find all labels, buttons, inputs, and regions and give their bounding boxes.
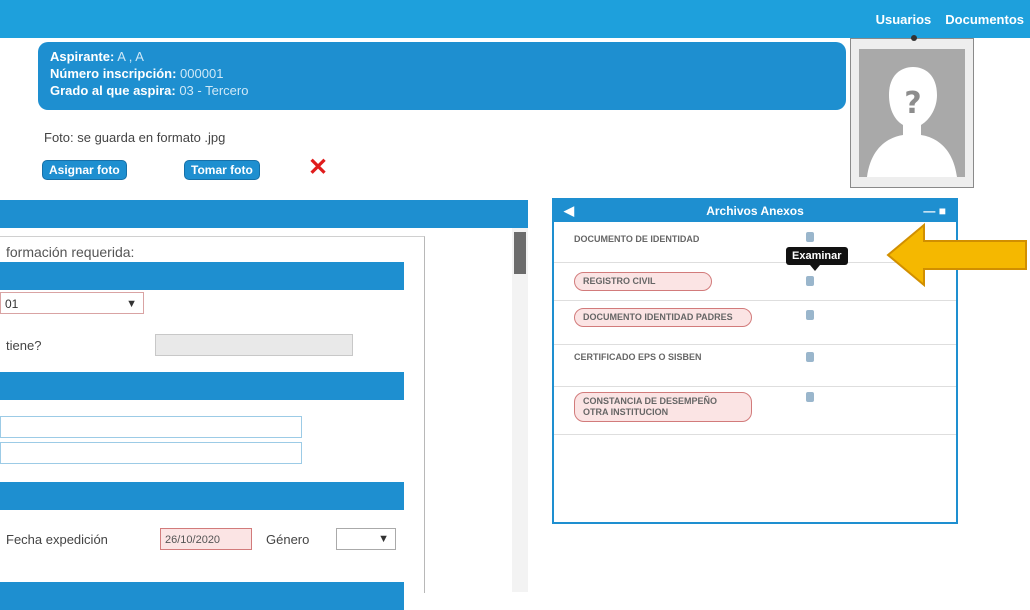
nav-link-documentos[interactable]: Documentos (945, 12, 1024, 27)
grado-value: 03 - Tercero (179, 83, 249, 98)
profile-photo: ? (850, 35, 974, 188)
take-photo-button[interactable]: Tomar foto (184, 160, 260, 180)
text-field-2[interactable] (0, 442, 302, 464)
chevron-down-icon: ▼ (126, 298, 137, 310)
delete-photo-icon[interactable]: ✕ (308, 156, 328, 180)
aspirant-info-box: Aspirante: A , A Número inscripción: 000… (38, 42, 846, 110)
question-label: tiene? (6, 338, 42, 353)
file-upload-icon[interactable] (806, 276, 814, 286)
section-bar-3 (0, 482, 404, 510)
file-upload-icon[interactable] (806, 352, 814, 362)
doc-label: REGISTRO CIVIL (574, 272, 712, 291)
assign-photo-button[interactable]: Asignar foto (42, 160, 127, 180)
highlight-arrow-icon (886, 222, 1027, 288)
text-field-1[interactable] (0, 416, 302, 438)
svg-text:?: ? (904, 86, 921, 121)
list-item: CONSTANCIA DE DESEMPEÑO OTRA INSTITUCION (554, 386, 956, 435)
back-arrow-icon[interactable]: ◀ (564, 200, 574, 222)
scrollbar[interactable] (512, 228, 528, 592)
file-upload-icon[interactable] (806, 232, 814, 242)
list-item: CERTIFICADO EPS O SISBEN (554, 344, 956, 387)
photo-pin-icon (911, 35, 917, 41)
doc-label: CERTIFICADO EPS O SISBEN (574, 352, 702, 362)
placeholder-avatar-icon: ? (859, 49, 965, 177)
select-field-1-value: 01 (5, 297, 19, 311)
inscripcion-value: 000001 (180, 66, 224, 81)
examinar-tooltip: Examinar (786, 247, 848, 271)
top-navbar: Usuarios Documentos (0, 0, 1030, 38)
select-field-1[interactable]: 01 ▼ (0, 292, 144, 314)
required-info-heading: formación requerida: (6, 244, 135, 260)
nav-link-usuarios[interactable]: Usuarios (876, 12, 932, 27)
list-item: DOCUMENTO IDENTIDAD PADRES (554, 300, 956, 345)
section-bar-4 (0, 582, 404, 610)
section-bar-2 (0, 372, 404, 400)
grado-label: Grado al que aspira: (50, 83, 176, 98)
doc-label: CONSTANCIA DE DESEMPEÑO OTRA INSTITUCION (574, 392, 752, 422)
window-controls[interactable]: — ■ (923, 200, 946, 222)
fecha-expedicion-label: Fecha expedición (6, 532, 108, 547)
form-header-bar (0, 200, 528, 228)
aspirante-value: A , A (117, 49, 144, 64)
doc-label: DOCUMENTO DE IDENTIDAD (574, 234, 700, 244)
section-bar-1 (0, 262, 404, 290)
genero-label: Género (266, 532, 310, 547)
archivos-anexos-title: Archivos Anexos (706, 204, 804, 218)
file-upload-icon[interactable] (806, 310, 814, 320)
aspirante-label: Aspirante: (50, 49, 115, 64)
scrollbar-thumb[interactable] (514, 232, 526, 274)
doc-label: DOCUMENTO IDENTIDAD PADRES (574, 308, 752, 327)
archivos-anexos-header: ◀ Archivos Anexos — ■ (554, 200, 956, 222)
inscripcion-label: Número inscripción: (50, 66, 177, 81)
photo-format-note: Foto: se guarda en formato .jpg (44, 130, 226, 145)
genero-select[interactable]: ▼ (336, 528, 396, 550)
chevron-down-icon: ▼ (378, 533, 389, 545)
disabled-field[interactable] (155, 334, 353, 356)
fecha-expedicion-field[interactable]: 26/10/2020 (160, 528, 252, 550)
file-upload-icon[interactable] (806, 392, 814, 402)
